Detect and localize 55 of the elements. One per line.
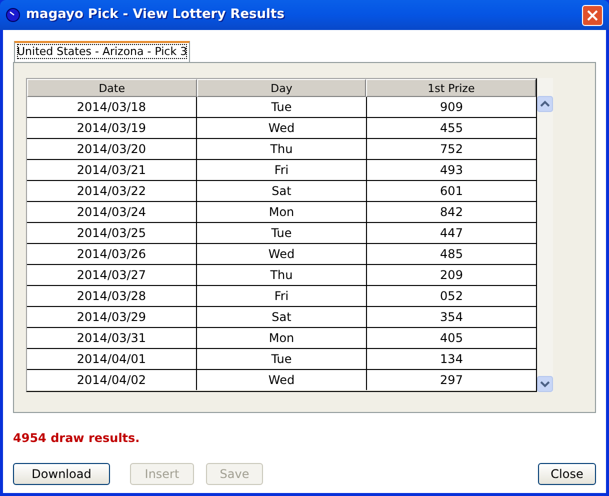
- table-cell: 2014/03/25: [27, 223, 197, 243]
- scroll-down-icon[interactable]: [537, 376, 553, 392]
- table-cell: 2014/03/26: [27, 244, 197, 264]
- app-icon: [6, 8, 20, 22]
- table-cell: 2014/03/28: [27, 286, 197, 306]
- table-cell: 2014/04/01: [27, 349, 197, 369]
- table-cell-text: 405: [439, 330, 464, 347]
- table-cell-text: 842: [439, 204, 464, 221]
- table-cell: Thu: [197, 139, 367, 159]
- table-cell: 2014/04/02: [27, 370, 197, 390]
- table-cell: 2014/03/21: [27, 160, 197, 180]
- status-text: 4954 draw results.: [13, 430, 141, 447]
- table-cell-text: 297: [439, 372, 464, 389]
- table-cell: 2014/03/22: [27, 181, 197, 201]
- table-cell-text: 209: [439, 267, 464, 284]
- scroll-up-icon[interactable]: [537, 96, 553, 112]
- table-cell: 2014/03/19: [27, 118, 197, 138]
- table-cell: Sat: [197, 307, 367, 327]
- close-icon[interactable]: [582, 4, 603, 26]
- column-header[interactable]: 1st Prize: [366, 79, 536, 97]
- table-cell: Thu: [197, 265, 367, 285]
- table-cell: 2014/03/18: [27, 97, 197, 117]
- table-cell: Tue: [197, 349, 367, 369]
- table-cell-text: 447: [439, 225, 464, 242]
- table-cell: Sat: [197, 181, 367, 201]
- table-cell-text: 909: [439, 99, 464, 116]
- column-header[interactable]: Date: [27, 79, 197, 97]
- scrollbar[interactable]: [537, 78, 553, 392]
- table-cell: Fri: [197, 160, 367, 180]
- table-cell-text: 052: [439, 288, 464, 305]
- table-cell-text: 485: [439, 246, 464, 263]
- table-cell: Wed: [197, 244, 367, 264]
- table-cell: Tue: [197, 223, 367, 243]
- table-cell: Tue: [197, 97, 367, 117]
- close-button[interactable]: Close: [538, 463, 596, 485]
- table-cell: Fri: [197, 286, 367, 306]
- table-cell: Wed: [197, 370, 367, 390]
- table-cell-text: 455: [439, 120, 464, 137]
- table-cell: Mon: [197, 202, 367, 222]
- table-cell: Wed: [197, 118, 367, 138]
- window-title: magayo Pick - View Lottery Results: [26, 6, 284, 24]
- table-cell-text: 134: [439, 351, 464, 368]
- table-cell: 2014/03/27: [27, 265, 197, 285]
- table-cell-text: 493: [439, 162, 464, 179]
- table-cell: 2014/03/31: [27, 328, 197, 348]
- download-button[interactable]: Download: [13, 463, 110, 485]
- table-cell: 2014/03/24: [27, 202, 197, 222]
- tab[interactable]: United States - Arizona - Pick 3: [14, 41, 190, 62]
- table-cell: 2014/03/20: [27, 139, 197, 159]
- table-cell-text: 601: [439, 183, 464, 200]
- table-cell-text: 752: [439, 141, 464, 158]
- column-header[interactable]: Day: [196, 79, 366, 97]
- table-cell-text: 354: [439, 309, 464, 326]
- table-cell: 2014/03/29: [27, 307, 197, 327]
- table-cell: Mon: [197, 328, 367, 348]
